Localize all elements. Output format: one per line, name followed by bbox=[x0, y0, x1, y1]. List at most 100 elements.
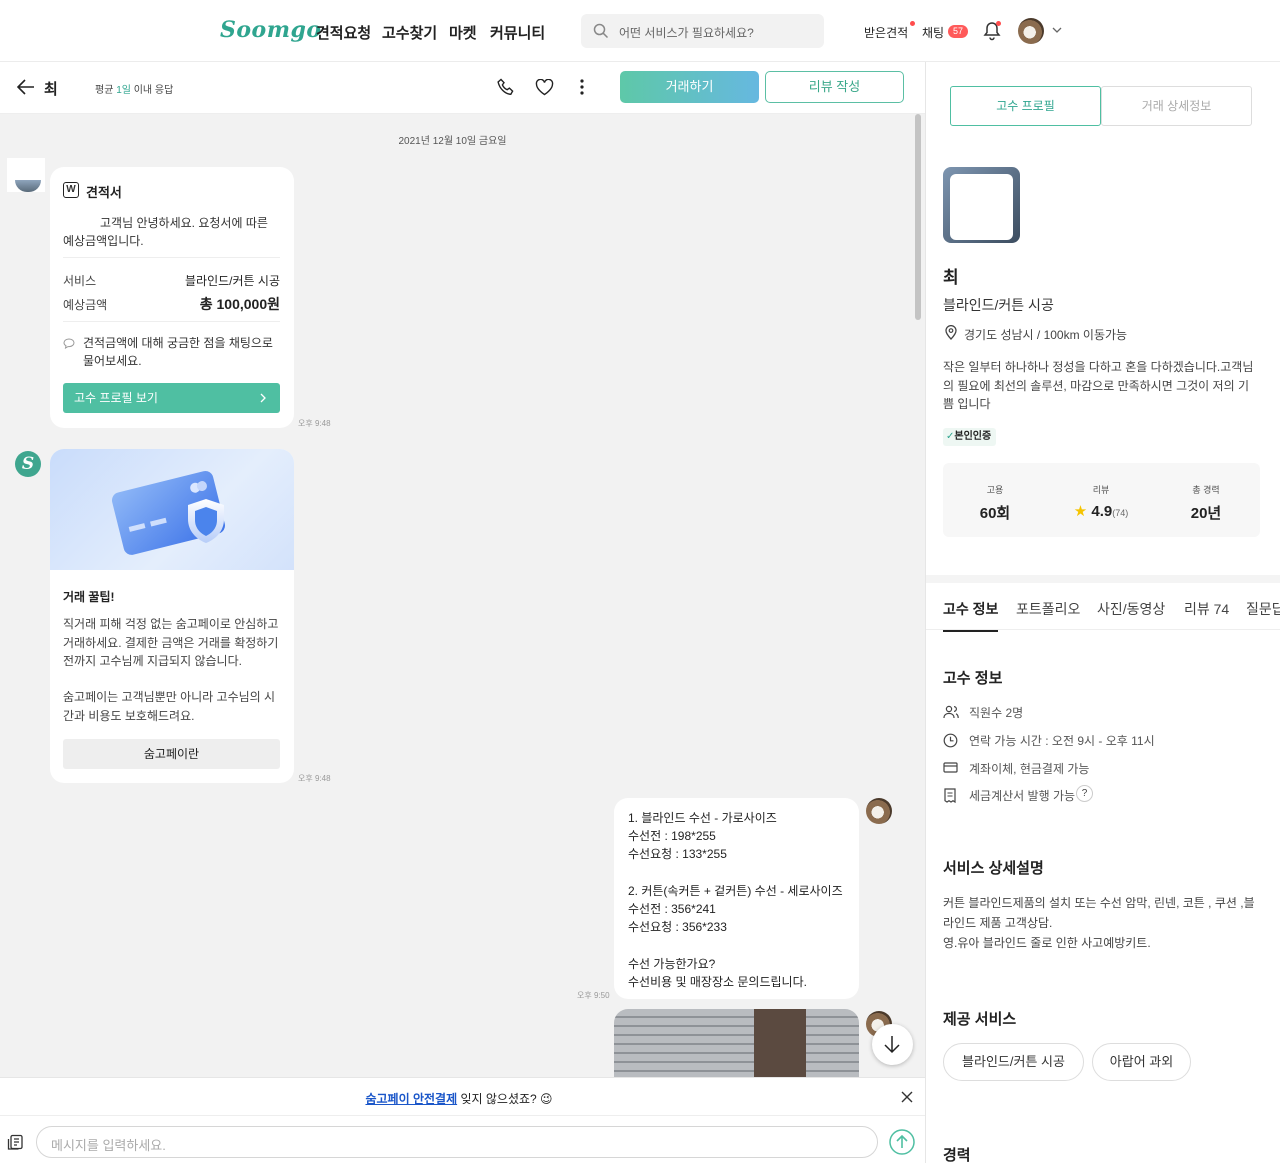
send-icon[interactable] bbox=[889, 1129, 915, 1155]
message-composer: 숨고페이 안전결제 잊지 않으셨죠? 😉 메시지를 입력하세요. bbox=[0, 1077, 925, 1163]
section-divider bbox=[926, 575, 1280, 583]
search-placeholder: 어떤 서비스가 필요하세요? bbox=[619, 26, 754, 40]
service-chip[interactable]: 아랍어 과외 bbox=[1092, 1043, 1191, 1081]
tab-portfolio[interactable]: 포트폴리오 bbox=[1016, 599, 1080, 619]
location-pin-icon bbox=[945, 325, 957, 340]
service-value: 블라인드/커튼 시공 bbox=[185, 274, 280, 288]
chat-bubble-icon bbox=[63, 338, 75, 349]
message-time: 오후 9:48 bbox=[298, 419, 331, 428]
pay-reminder-banner: 숨고페이 안전결제 잊지 않으셨죠? 😉 bbox=[0, 1078, 925, 1116]
pro-name: 최 bbox=[44, 81, 58, 98]
star-icon: ★ bbox=[1073, 503, 1088, 520]
soomgo-pay-info-button[interactable]: 숨고페이란 bbox=[63, 739, 280, 769]
scrollbar-track[interactable] bbox=[914, 114, 923, 1077]
chat-link[interactable]: 채팅 bbox=[922, 24, 944, 41]
new-dot bbox=[910, 21, 915, 26]
window-frame bbox=[754, 1009, 806, 1077]
pay-reminder-text: 숨고페이 안전결제 잊지 않으셨죠? 😉 bbox=[365, 1092, 553, 1106]
stat-hire: 고용 60회 bbox=[979, 485, 1011, 522]
tip-banner-image bbox=[50, 449, 294, 570]
soomgo-avatar: S bbox=[15, 451, 41, 477]
stat-review: 리뷰 ★ 4.9(74) bbox=[1073, 485, 1129, 520]
heart-icon[interactable] bbox=[535, 79, 554, 96]
my-avatar bbox=[866, 798, 892, 824]
clock-icon bbox=[943, 733, 958, 748]
people-icon bbox=[943, 705, 959, 719]
service-label: 서비스 bbox=[63, 274, 97, 288]
tab-qna[interactable]: 질문답 bbox=[1246, 599, 1280, 619]
price-value: 총 100,000원 bbox=[199, 296, 280, 312]
chat-count-badge: 57 bbox=[948, 25, 969, 38]
search-icon bbox=[593, 23, 609, 39]
profile-tabs: 고수 정보 포트폴리오 사진/동영상 리뷰 74 질문답 bbox=[926, 584, 1280, 632]
more-vertical-icon[interactable] bbox=[579, 78, 585, 96]
divider bbox=[63, 257, 280, 258]
chat-messages-area[interactable]: 2021년 12월 10일 금요일 W 견적서 고객님 안녕하세요. 요청서에 … bbox=[0, 114, 925, 1077]
nav-market[interactable]: 마켓 bbox=[449, 22, 477, 43]
message-input-placeholder: 메시지를 입력하세요. bbox=[51, 1138, 166, 1153]
quote-intro: 고객님 안녕하세요. 요청서에 따른 예상금액입니다. bbox=[63, 216, 268, 248]
stat-career: 총 경력 20년 bbox=[1190, 485, 1222, 522]
pro-info-title: 고수 정보 bbox=[943, 670, 1003, 687]
tab-photos-videos[interactable]: 사진/동영상 bbox=[1097, 599, 1165, 619]
pro-stats: 고용 60회 리뷰 ★ 4.9(74) 총 경력 20년 bbox=[943, 463, 1260, 537]
photo-placeholder bbox=[950, 174, 1013, 240]
nav-quote-request[interactable]: 견적요청 bbox=[316, 22, 371, 43]
quote-icon: W bbox=[63, 182, 79, 198]
pro-category: 블라인드/커튼 시공 bbox=[943, 297, 1054, 313]
nav-find-pro[interactable]: 고수찾기 bbox=[382, 22, 437, 43]
pro-name: 최 bbox=[943, 268, 959, 287]
divider bbox=[63, 321, 280, 322]
pro-profile-photo bbox=[943, 167, 1020, 243]
deal-button[interactable]: 거래하기 bbox=[620, 71, 759, 103]
response-time: 평균 1일 이내 응답 bbox=[95, 85, 174, 96]
received-quotes-link[interactable]: 받은견적 bbox=[864, 24, 908, 41]
chevron-right-icon bbox=[260, 393, 266, 403]
help-icon[interactable]: ? bbox=[1076, 785, 1093, 802]
message-input[interactable]: 메시지를 입력하세요. bbox=[36, 1126, 878, 1158]
price-label: 예상금액 bbox=[63, 298, 108, 312]
credit-card-icon bbox=[943, 762, 958, 773]
user-avatar[interactable] bbox=[1018, 18, 1044, 44]
search-input[interactable]: 어떤 서비스가 필요하세요? bbox=[581, 14, 824, 48]
credit-card-shield-icon bbox=[111, 471, 225, 555]
photo-message[interactable] bbox=[614, 1009, 859, 1077]
nav-community[interactable]: 커뮤니티 bbox=[490, 22, 545, 43]
service-description: 커튼 블라인드제품의 설치 또는 수선 암막, 린넨, 코튼 , 쿠션 ,블라인… bbox=[943, 896, 1255, 950]
service-chip[interactable]: 블라인드/커튼 시공 bbox=[943, 1043, 1084, 1081]
tip-title: 거래 꿀팁! bbox=[63, 590, 115, 604]
quote-note: 견적금액에 대해 궁금한 점을 채팅으로 물어보세요. bbox=[83, 336, 273, 368]
tip-paragraph-2: 숨고페이는 고객님뿐만 아니라 고수님의 시간과 비용도 보호해드려요. bbox=[63, 690, 276, 723]
pro-profile-panel: 고수 프로필 거래 상세정보 최 블라인드/커튼 시공 경기도 성남시 / 10… bbox=[925, 62, 1280, 1163]
arrow-down-icon bbox=[884, 1036, 900, 1054]
scroll-down-button[interactable] bbox=[872, 1024, 913, 1065]
top-bar: Soomgo 견적요청 고수찾기 마켓 커뮤니티 어떤 서비스가 필요하세요? … bbox=[0, 0, 1280, 62]
write-review-button[interactable]: 리뷰 작성 bbox=[765, 71, 904, 103]
provided-services-title: 제공 서비스 bbox=[943, 1011, 1017, 1028]
service-detail-title: 서비스 상세설명 bbox=[943, 860, 1044, 877]
tab-deal-detail[interactable]: 거래 상세정보 bbox=[1101, 86, 1252, 126]
my-message-bubble: 1. 블라인드 수선 - 가로사이즈 수선전 : 198*255 수선요청 : … bbox=[614, 798, 859, 999]
verified-badge: ✓본인인증 bbox=[943, 428, 997, 446]
message-time: 오후 9:48 bbox=[298, 774, 331, 783]
chevron-down-icon[interactable] bbox=[1052, 27, 1062, 34]
tab-pro-profile[interactable]: 고수 프로필 bbox=[950, 86, 1101, 126]
back-arrow-icon[interactable] bbox=[17, 79, 35, 95]
receipt-icon bbox=[944, 788, 956, 803]
attachment-menu-icon[interactable] bbox=[7, 1134, 24, 1151]
safe-payment-link[interactable]: 숨고페이 안전결제 bbox=[365, 1092, 457, 1106]
career-title: 경력 bbox=[943, 1147, 971, 1163]
tab-pro-info[interactable]: 고수 정보 bbox=[943, 599, 999, 632]
close-icon[interactable] bbox=[901, 1091, 913, 1103]
pro-intro: 작은 일부터 하나하나 정성을 다하고 혼을 다하겠습니다.고객님의 필요에 최… bbox=[943, 360, 1254, 411]
pro-location: 경기도 성남시 / 100km 이동가능 bbox=[964, 328, 1128, 342]
view-pro-profile-button[interactable]: 고수 프로필 보기 bbox=[63, 383, 280, 413]
notification-dot bbox=[996, 21, 1001, 26]
tip-paragraph-1: 직거래 피해 걱정 없는 숨고페이로 안심하고 거래하세요. 결제한 금액은 거… bbox=[63, 617, 279, 668]
tab-reviews[interactable]: 리뷰 74 bbox=[1184, 599, 1229, 619]
phone-icon[interactable] bbox=[497, 78, 516, 97]
message-time: 오후 9:50 bbox=[577, 991, 610, 1000]
quote-title: 견적서 bbox=[86, 185, 122, 200]
scrollbar-thumb[interactable] bbox=[915, 114, 921, 320]
soomgo-logo[interactable]: Soomgo bbox=[220, 17, 322, 43]
